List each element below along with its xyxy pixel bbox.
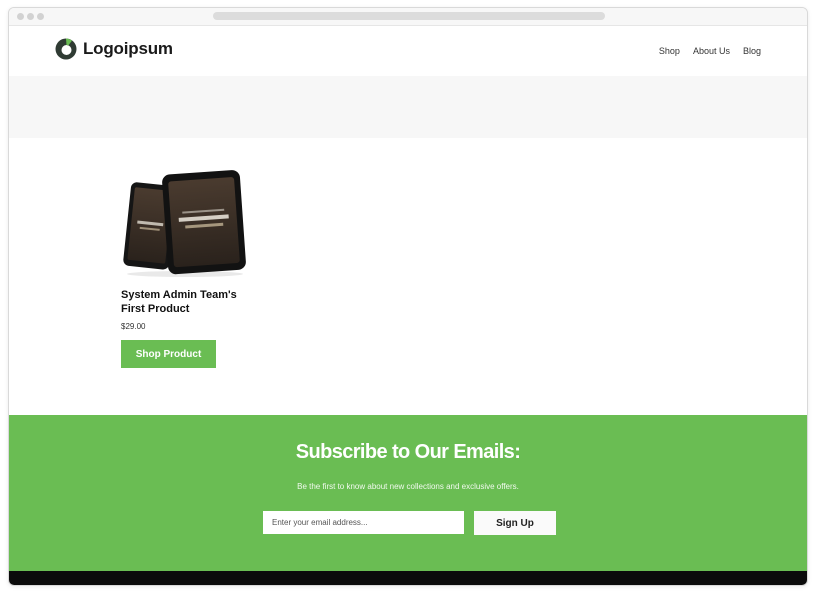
subscribe-section: Subscribe to Our Emails: Be the first to… bbox=[9, 415, 807, 571]
nav-item-shop[interactable]: Shop bbox=[659, 46, 680, 56]
tablet-mockup-image[interactable] bbox=[121, 166, 247, 278]
address-bar[interactable] bbox=[213, 12, 605, 20]
shop-product-button[interactable]: Shop Product bbox=[121, 340, 216, 368]
sign-up-button[interactable]: Sign Up bbox=[474, 511, 556, 535]
browser-chrome bbox=[9, 8, 807, 26]
page-banner bbox=[9, 76, 807, 138]
window-minimize-dot[interactable] bbox=[27, 13, 34, 20]
browser-window: Logoipsum Shop About Us Blog System Admi… bbox=[8, 7, 808, 586]
product-price: $29.00 bbox=[121, 322, 146, 331]
subscribe-title: Subscribe to Our Emails: bbox=[295, 441, 521, 463]
window-maximize-dot[interactable] bbox=[37, 13, 44, 20]
email-field[interactable] bbox=[263, 511, 464, 534]
site-footer bbox=[9, 571, 807, 585]
site-header: Logoipsum Shop About Us Blog bbox=[9, 26, 807, 76]
site-logo[interactable]: Logoipsum bbox=[55, 38, 173, 60]
logo-mark-icon bbox=[55, 38, 77, 60]
logo-text: Logoipsum bbox=[83, 39, 173, 58]
product-title[interactable]: System Admin Team's First Product bbox=[121, 288, 241, 316]
nav-item-about-us[interactable]: About Us bbox=[693, 46, 730, 56]
subscribe-description: Be the first to know about new collectio… bbox=[297, 482, 519, 491]
product-card: System Admin Team's First Product $29.00… bbox=[121, 166, 251, 368]
nav-item-blog[interactable]: Blog bbox=[743, 46, 761, 56]
window-close-dot[interactable] bbox=[17, 13, 24, 20]
main-nav: Shop About Us Blog bbox=[659, 46, 761, 56]
